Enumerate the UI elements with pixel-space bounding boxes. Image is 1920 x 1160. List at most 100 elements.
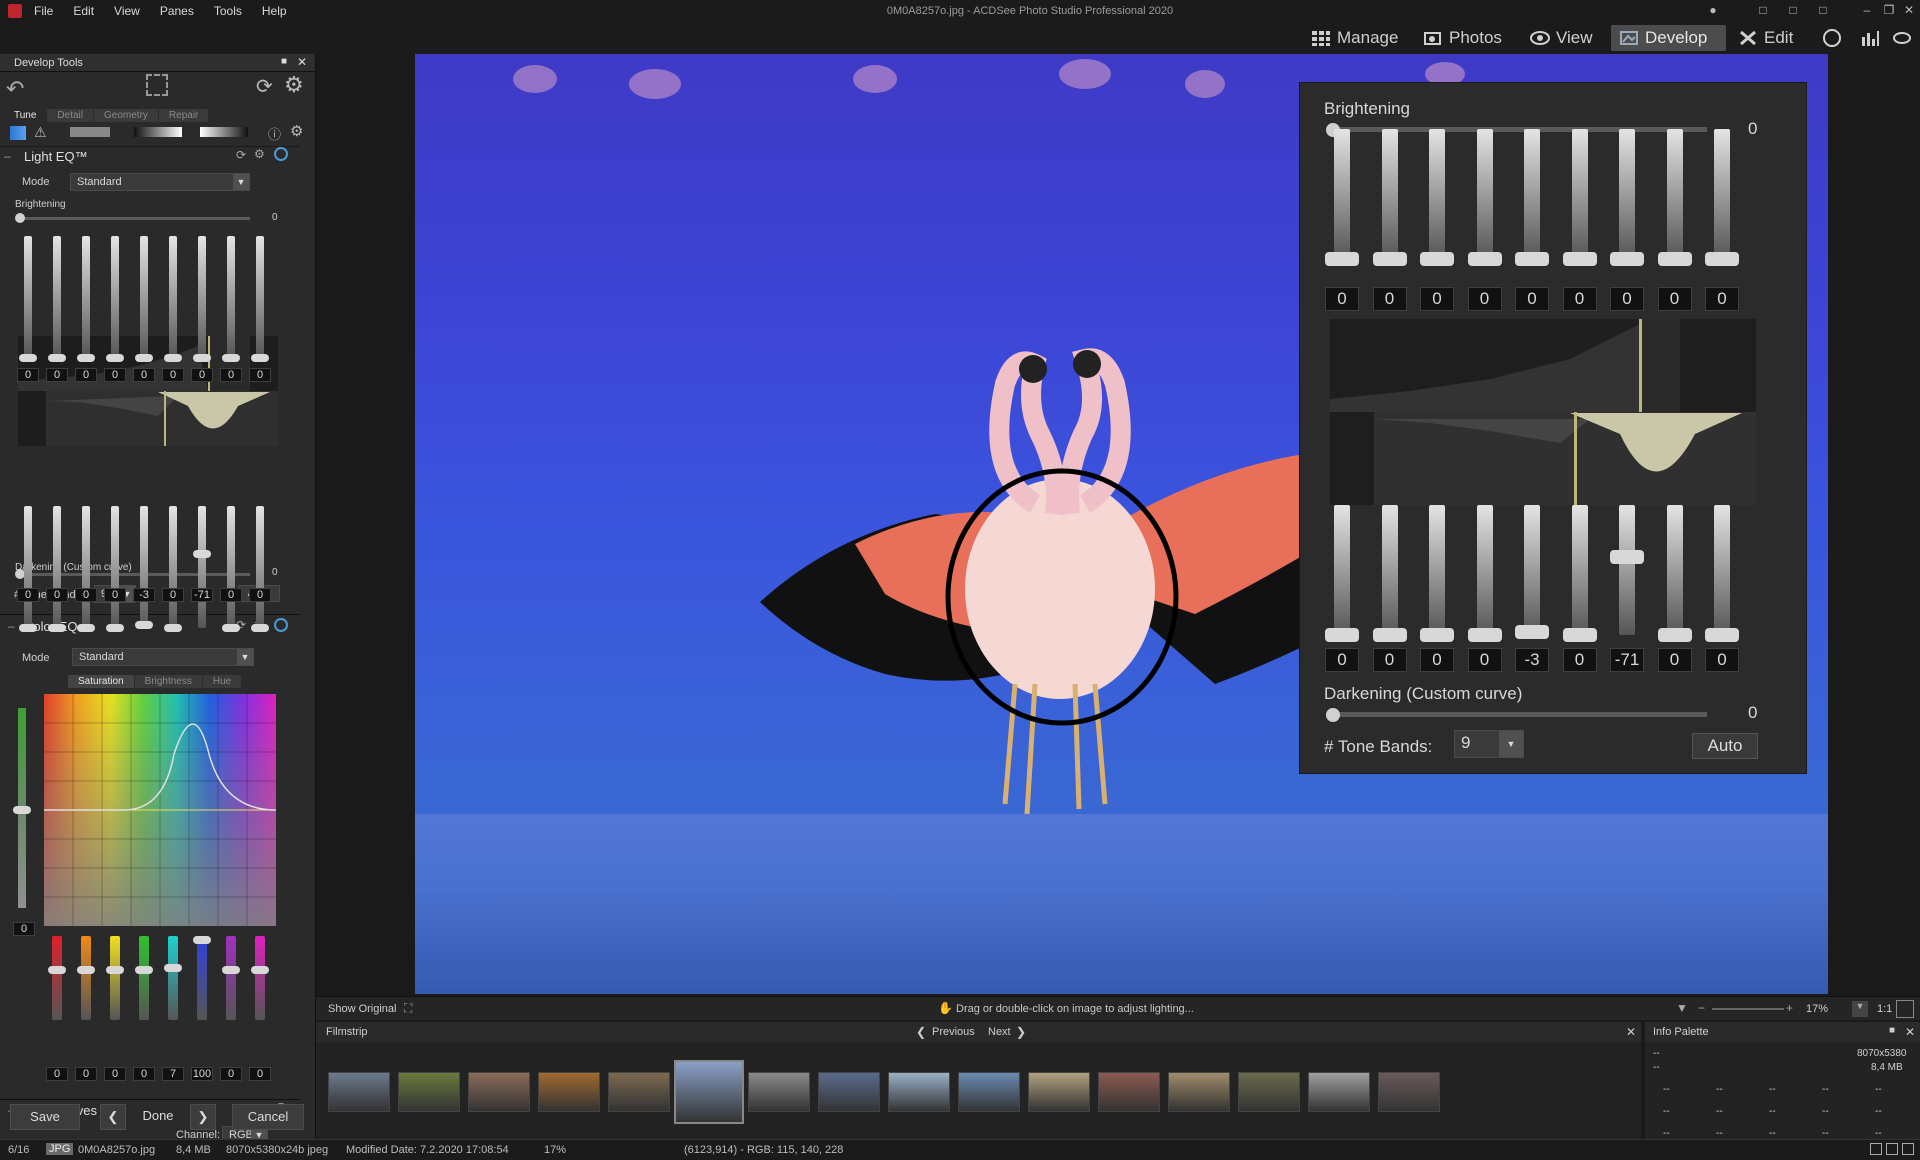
close-info-palette-icon[interactable]: ✕ [1905, 1025, 1915, 1039]
tab-detail[interactable]: Detail [47, 109, 93, 122]
zoom-dropdown-icon[interactable]: ▼ [1852, 1001, 1868, 1017]
mode-view-button[interactable]: View [1522, 25, 1601, 51]
band-value[interactable]: -71 [1610, 648, 1644, 672]
band-slider-track[interactable] [1619, 129, 1635, 259]
band-slider-track[interactable] [169, 506, 177, 628]
band-value[interactable]: -3 [1515, 648, 1549, 672]
band-slider-track[interactable] [1429, 129, 1445, 259]
light-eq-header[interactable]: – Light EQ™ ⟳ ⚙ [0, 146, 300, 164]
one-to-one-button[interactable]: 1:1 [1877, 1003, 1892, 1015]
band-slider-knob[interactable] [193, 354, 211, 362]
light-eq-reset-icon[interactable]: ⟳ [236, 148, 246, 162]
color-channel-knob[interactable] [48, 966, 66, 974]
mode-365-button[interactable] [1814, 25, 1850, 51]
color-channel-slider[interactable] [197, 936, 207, 1020]
band-slider-knob[interactable] [222, 624, 240, 632]
user-account-icon[interactable]: ● [1706, 3, 1720, 17]
band-slider-knob[interactable] [251, 624, 269, 632]
compare-icon[interactable] [1886, 1143, 1898, 1155]
band-slider-knob[interactable] [19, 624, 37, 632]
band-value[interactable]: 0 [1420, 648, 1454, 672]
options-gear-icon[interactable]: ⚙ [290, 122, 303, 140]
band-slider-knob[interactable] [1420, 628, 1454, 642]
layout-bottom-icon[interactable]: □ [1786, 3, 1800, 17]
band-slider-track[interactable] [198, 506, 206, 628]
close-window-icon[interactable]: ✕ [1902, 3, 1916, 17]
filmstrip-thumbnail[interactable] [1238, 1072, 1300, 1112]
band-slider-track[interactable] [1334, 129, 1350, 259]
zoom-slider[interactable] [1712, 1008, 1784, 1010]
light-eq-toggle-icon[interactable] [274, 147, 288, 161]
band-slider-knob[interactable] [1657, 628, 1692, 642]
pin-icon[interactable]: ■ [281, 56, 287, 67]
filmstrip-thumbnail[interactable] [398, 1072, 460, 1112]
show-original-button[interactable]: Show Original [328, 1003, 396, 1015]
histogram-icon[interactable] [10, 126, 26, 140]
mode-dashboard-button[interactable] [1852, 25, 1888, 51]
filmstrip-thumbnail-selected[interactable] [674, 1060, 744, 1124]
zoom-in-icon[interactable]: + [1786, 1001, 1793, 1015]
gradient-shadow-icon[interactable] [134, 127, 182, 137]
undo-icon[interactable]: ↶ [6, 76, 24, 102]
band-value[interactable]: 0 [1420, 287, 1454, 311]
band-slider-knob[interactable] [251, 354, 269, 362]
filmstrip-thumbnail[interactable] [1308, 1072, 1370, 1112]
band-slider-track[interactable] [198, 236, 206, 358]
band-value[interactable]: 0 [220, 368, 242, 382]
color-channel-slider[interactable] [52, 936, 62, 1020]
band-slider-knob[interactable] [48, 624, 66, 632]
layout-right-icon[interactable]: □ [1816, 3, 1830, 17]
color-channel-slider[interactable] [255, 936, 265, 1020]
tab-geometry[interactable]: Geometry [94, 109, 158, 122]
mode-edit-button[interactable]: Edit [1730, 25, 1801, 51]
subtab-hue[interactable]: Hue [202, 675, 242, 688]
color-channel-value[interactable]: 0 [104, 1067, 126, 1081]
band-slider-knob[interactable] [135, 620, 153, 629]
band-slider-knob[interactable] [1562, 252, 1597, 266]
band-slider-knob[interactable] [1372, 252, 1407, 266]
collapse-icon[interactable]: – [8, 619, 15, 633]
band-value[interactable]: 0 [1562, 648, 1597, 672]
filmstrip-next[interactable]: Next [988, 1026, 1011, 1038]
filmstrip-thumbnail[interactable] [958, 1072, 1020, 1112]
gradient-highlight-icon[interactable] [200, 127, 248, 137]
next-image-button[interactable]: ❯ [190, 1104, 216, 1130]
filmstrip-previous[interactable]: Previous [932, 1026, 975, 1038]
band-value[interactable]: 0 [1467, 648, 1502, 672]
filmstrip-thumbnail[interactable] [818, 1072, 880, 1112]
band-value[interactable]: 0 [104, 368, 126, 382]
band-slider-track[interactable] [140, 506, 148, 628]
band-slider-knob[interactable] [164, 354, 182, 362]
filmstrip-thumbnail[interactable] [1028, 1072, 1090, 1112]
mode-online-button[interactable] [1884, 25, 1920, 51]
band-slider-track[interactable] [1524, 129, 1540, 259]
help-icon[interactable]: ⓘ [268, 124, 281, 143]
band-value[interactable]: 0 [1562, 287, 1597, 311]
band-value[interactable]: 0 [249, 588, 271, 602]
band-slider-knob[interactable] [1325, 628, 1359, 642]
band-slider-knob[interactable] [1515, 624, 1549, 639]
tab-tune[interactable]: Tune [4, 109, 47, 122]
color-channel-slider[interactable] [81, 936, 91, 1020]
band-value[interactable]: 0 [162, 368, 184, 382]
band-slider-track[interactable] [1476, 505, 1493, 635]
color-channel-knob[interactable] [251, 966, 269, 974]
band-value[interactable]: 0 [249, 368, 271, 382]
band-slider-knob[interactable] [222, 354, 240, 362]
band-slider-track[interactable] [227, 236, 235, 358]
band-value[interactable]: 0 [1372, 287, 1407, 311]
band-slider-knob[interactable] [135, 354, 153, 362]
chevron-left-icon[interactable]: ❮ [916, 1025, 926, 1039]
band-slider-knob[interactable] [1657, 252, 1692, 266]
band-slider-track[interactable] [256, 506, 264, 628]
band-slider-track[interactable] [1381, 129, 1398, 259]
band-value[interactable]: 0 [1515, 287, 1549, 311]
color-channel-knob[interactable] [106, 966, 124, 974]
band-slider-knob[interactable] [77, 624, 95, 632]
zoom-curve-graph[interactable] [1330, 319, 1756, 505]
mode-photos-button[interactable]: Photos [1415, 25, 1510, 51]
color-channel-knob[interactable] [222, 966, 240, 974]
zoom-out-icon[interactable]: − [1698, 1001, 1705, 1015]
split-view-icon[interactable] [70, 127, 110, 137]
zoom-options-icon[interactable]: ▼ [1676, 1001, 1688, 1015]
